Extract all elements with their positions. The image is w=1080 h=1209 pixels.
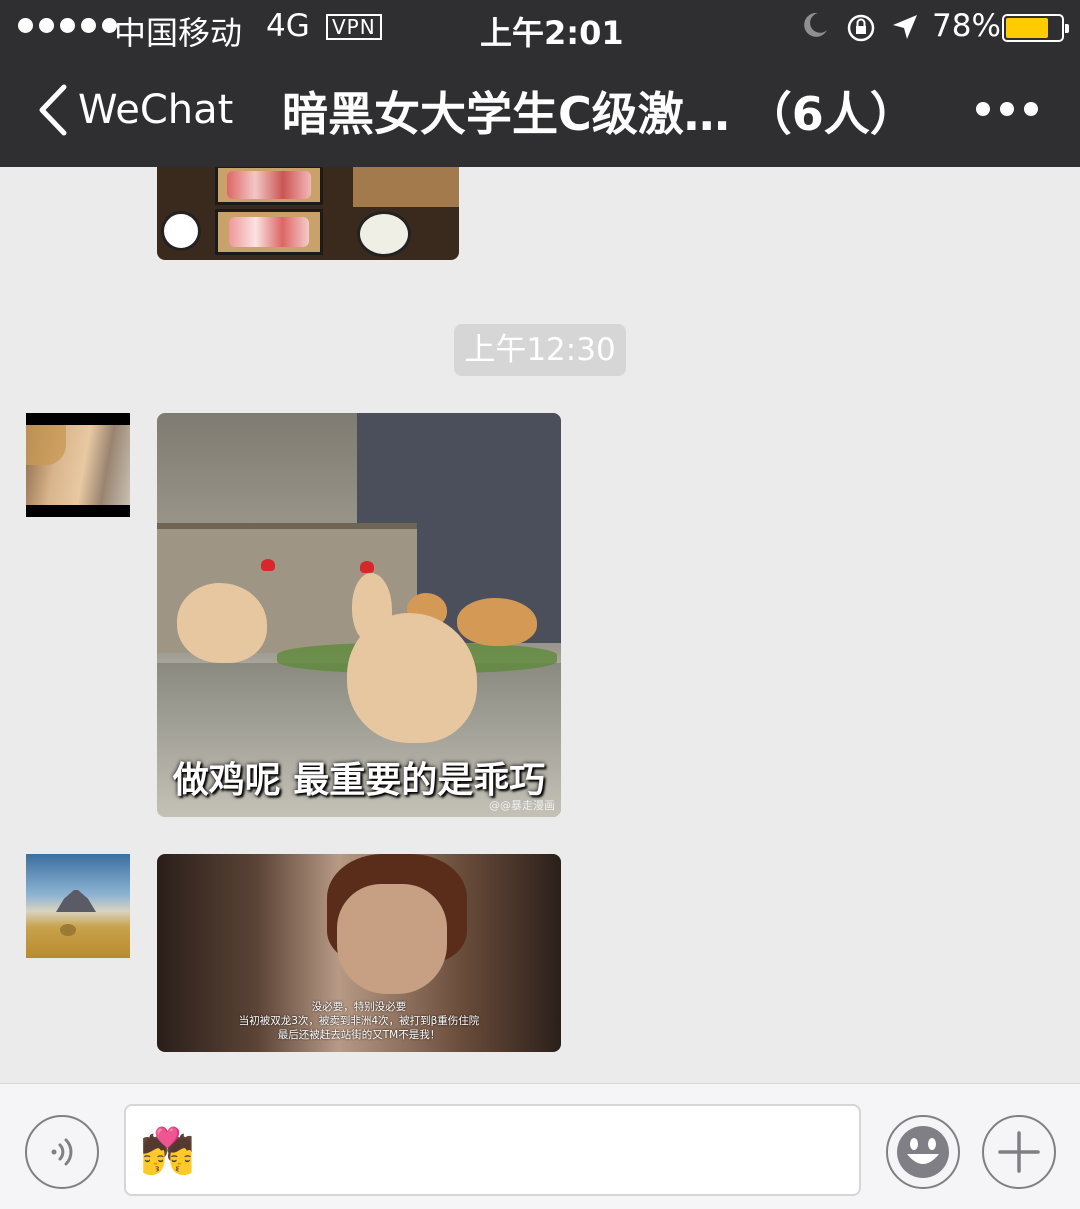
chicken-meme-image-message[interactable]: 做鸡呢 最重要的是乖巧 @@暴走漫画	[157, 413, 561, 817]
back-button[interactable]: WeChat	[36, 80, 233, 140]
signal-dots-icon	[18, 18, 117, 33]
chat-title: 暗黑女大学生C级激… （6人）	[282, 87, 916, 141]
more-dots-icon[interactable]	[976, 102, 1038, 116]
top-bar: 中国移动 4G VPN 上午2:01 78% WeChat 暗黑女大学生C级激……	[0, 0, 1080, 167]
emoji-face-icon	[897, 1126, 949, 1178]
movie-still-image-message[interactable]: 没必要，特别没必要 当初被双龙3次，被卖到非洲4次，被打到β重伤住院 最后还被赶…	[157, 854, 561, 1052]
message-input[interactable]: 💏	[124, 1104, 861, 1196]
plus-icon	[998, 1131, 1040, 1173]
message-input-value: 💏	[140, 1126, 195, 1177]
time-separator: 上午12:30	[454, 324, 626, 376]
hotpot-image-message[interactable]	[157, 167, 459, 260]
navigation-bar: WeChat 暗黑女大学生C级激… （6人）	[0, 56, 1080, 167]
watermark: @@暴走漫画	[489, 799, 555, 812]
chevron-left-icon	[39, 84, 67, 136]
avatar[interactable]	[26, 413, 130, 517]
input-bar: 💏	[0, 1083, 1080, 1209]
subtitle-line: 当初被双龙3次，被卖到非洲4次，被打到β重伤住院	[238, 1015, 480, 1027]
location-arrow-icon	[890, 12, 920, 50]
subtitle-line: 没必要，特别没必要	[311, 1001, 407, 1013]
voice-button[interactable]	[25, 1115, 99, 1189]
moon-icon	[800, 10, 830, 48]
more-actions-button[interactable]	[982, 1115, 1056, 1189]
back-label: WeChat	[78, 87, 234, 133]
vpn-badge: VPN	[326, 14, 382, 40]
chat-area[interactable]: 上午12:30 做鸡呢 最重要的是乖巧 @@暴走漫画 没必要，特别没必要 当初被…	[0, 167, 1080, 1083]
emoji-button[interactable]	[886, 1115, 960, 1189]
battery-percent: 78%	[932, 8, 1001, 44]
voice-icon	[51, 1138, 73, 1166]
battery-icon	[1002, 14, 1069, 42]
rotation-lock-icon	[845, 12, 877, 52]
carrier-label: 中国移动	[114, 14, 243, 52]
subtitle-line: 最后还被赶去站街的又TM不是我！	[277, 1029, 441, 1041]
avatar[interactable]	[26, 854, 130, 958]
network-type: 4G	[266, 8, 310, 44]
status-time: 上午2:01	[480, 14, 624, 52]
meme-caption: 做鸡呢 最重要的是乖巧	[172, 760, 546, 801]
status-bar: 中国移动 4G VPN 上午2:01 78%	[0, 0, 1080, 56]
